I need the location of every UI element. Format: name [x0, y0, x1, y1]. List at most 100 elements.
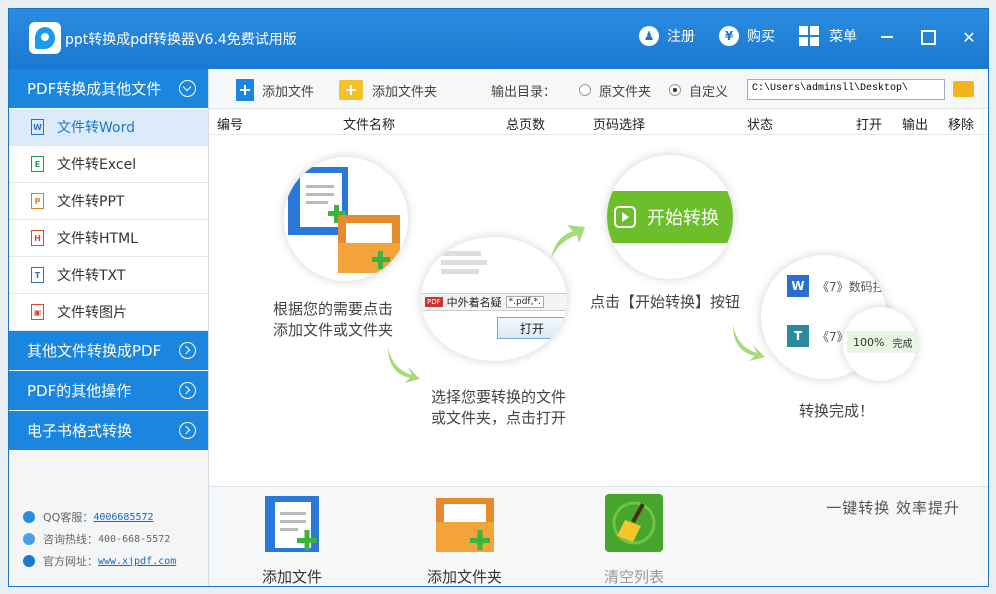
step3-text: 点击【开始转换】按钮 [590, 292, 740, 313]
step1-caption: 根据您的需要点击 添加文件或文件夹 [273, 300, 394, 339]
buy-label: 购买 [747, 29, 775, 45]
radio-label: 原文件夹 [599, 84, 652, 100]
headset-icon [23, 533, 35, 545]
section-label: PDF转换成其他文件 [27, 80, 162, 98]
chevron-right-icon [179, 422, 196, 439]
hotline-label: 咨询热线： [43, 533, 98, 546]
qq-label: QQ客服： [43, 511, 94, 524]
progress-bar: 100% 完成 [847, 331, 917, 353]
maximize-button[interactable] [918, 27, 938, 47]
bottom-toolbar: 添加文件 添加文件夹 清空列表 一键转换 效率提升 [209, 486, 988, 586]
col-remove: 移除 [948, 118, 975, 133]
radio-label: 自定义 [689, 84, 729, 100]
title-bar: ppt转换成pdf转换器V6.4免费试用版 ♟ 注册 ¥ 购买 菜单 ✕ [9, 9, 988, 69]
output-path-field[interactable]: C:\Users\adminsll\Desktop\ [747, 79, 945, 100]
add-folder-button[interactable]: 添加文件夹 [339, 79, 437, 101]
clear-list-label: 清空列表 [603, 568, 664, 586]
section-label: PDF的其他操作 [27, 382, 132, 400]
broom-icon [605, 494, 663, 552]
bottom-add-folder-button[interactable]: 添加文件夹 [427, 494, 502, 586]
word-icon: W [787, 275, 809, 297]
progress-value: 100% [853, 335, 885, 349]
start-convert-sample: 开始转换 [607, 191, 733, 243]
section-label: 其他文件转换成PDF [27, 342, 162, 360]
qq-icon [23, 511, 35, 523]
step2-open-button: 打开 [497, 317, 567, 339]
result-row-2: T 《7》 [787, 325, 849, 347]
output-dir-label: 输出目录： [491, 84, 557, 100]
bottom-add-file-button[interactable]: 添加文件 [261, 494, 323, 586]
app-logo-icon [29, 22, 61, 54]
add-folder-icon [435, 498, 494, 552]
sidebar-item-to-image[interactable]: ▣ 文件转图片 [9, 294, 208, 331]
sidebar-item-label: 文件转HTML [57, 231, 138, 247]
toolbar: 添加文件 添加文件夹 输出目录： 原文件夹 自定义 C:\Users\admin… [209, 69, 988, 109]
add-file-button[interactable]: 添加文件 [236, 79, 314, 101]
col-pages: 总页数 [506, 118, 546, 133]
buy-button[interactable]: ¥ 购买 [719, 25, 775, 47]
section-ebook-convert[interactable]: 电子书格式转换 [9, 411, 208, 451]
sidebar-item-to-txt[interactable]: T 文件转TXT [9, 257, 208, 294]
progress-bubble: 100% 完成 [843, 307, 917, 381]
add-folder-label: 添加文件夹 [372, 84, 438, 100]
app-window: ppt转换成pdf转换器V6.4免费试用版 ♟ 注册 ¥ 购买 菜单 ✕ PDF… [8, 8, 989, 587]
add-file-icon [236, 79, 254, 101]
word-file-icon: W [31, 119, 44, 135]
sidebar-item-to-html[interactable]: H 文件转HTML [9, 220, 208, 257]
sidebar-item-to-excel[interactable]: E 文件转Excel [9, 146, 208, 183]
user-icon: ♟ [639, 26, 659, 46]
sidebar-item-to-word[interactable]: W 文件转Word [9, 109, 208, 146]
file-list-area[interactable]: 根据您的需要点击 添加文件或文件夹 PDF 中外着名疑 *.pdf,*. 打开 … [209, 135, 988, 486]
step2-text: 选择您要转换的文件 或文件夹，点击打开 [431, 387, 566, 429]
step-arrow-icon [551, 225, 585, 259]
filename-bar: PDF 中外着名疑 *.pdf,*. [421, 293, 567, 311]
col-no: 编号 [217, 118, 244, 133]
clear-list-button[interactable]: 清空列表 [603, 494, 665, 586]
sidebar-item-to-ppt[interactable]: P 文件转PPT [9, 183, 208, 220]
sidebar: PDF转换成其他文件 W 文件转Word E 文件转Excel P 文件转PPT… [9, 69, 209, 586]
step-arrow-icon [388, 347, 420, 383]
radio-icon [579, 84, 591, 96]
step4-text: 转换完成！ [799, 401, 874, 422]
sidebar-item-label: 文件转Excel [57, 157, 137, 173]
section-other-to-pdf[interactable]: 其他文件转换成PDF [9, 331, 208, 371]
slogan: 一键转换 效率提升 [826, 499, 960, 517]
section-pdf-other-ops[interactable]: PDF的其他操作 [9, 371, 208, 411]
step2-filename: 中外着名疑 [446, 296, 502, 309]
minimize-button[interactable] [877, 27, 897, 47]
col-open: 打开 [856, 118, 883, 133]
add-file-folder-illustration-icon [288, 167, 400, 273]
menu-label: 菜单 [829, 29, 857, 45]
close-button[interactable]: ✕ [959, 27, 979, 47]
section-pdf-to-other[interactable]: PDF转换成其他文件 [9, 69, 208, 109]
progress-status: 完成 [892, 338, 913, 350]
file-table-header: 编号 文件名称 总页数 页码选择 状态 打开 输出 移除 [209, 109, 988, 135]
radio-original-folder[interactable]: 原文件夹 [579, 79, 651, 101]
sidebar-item-label: 文件转图片 [57, 305, 127, 321]
grid-menu-icon [799, 26, 819, 46]
site-link[interactable]: www.xjpdf.com [98, 556, 176, 567]
col-name: 文件名称 [343, 118, 396, 133]
step3-caption: 点击【开始转换】按钮 [590, 293, 741, 311]
menu-button[interactable]: 菜单 [799, 25, 857, 47]
col-page-select: 页码选择 [593, 118, 646, 133]
website: 官方网址： www.xjpdf.com [23, 553, 176, 569]
hotline-value: 400-668-5572 [98, 533, 171, 545]
yen-icon: ¥ [719, 26, 739, 46]
qq-link[interactable]: 4006685572 [93, 512, 153, 523]
register-button[interactable]: ♟ 注册 [639, 25, 695, 47]
col-status: 状态 [747, 118, 774, 133]
radio-custom-folder[interactable]: 自定义 [669, 79, 728, 101]
browse-folder-icon[interactable] [953, 81, 974, 97]
add-file-icon [265, 496, 319, 552]
txt-file-icon: T [31, 267, 44, 283]
txt-icon: T [787, 325, 809, 347]
bottom-add-file-label: 添加文件 [261, 568, 322, 586]
step1-illustration [284, 157, 408, 281]
step2-caption: 选择您要转换的文件 或文件夹，点击打开 [431, 388, 567, 427]
chevron-right-icon [179, 342, 196, 359]
step3-button-label: 开始转换 [647, 208, 719, 229]
step3-illustration: 开始转换 [607, 155, 733, 279]
step2-filter: *.pdf,*. [505, 296, 544, 308]
site-label: 官方网址： [43, 555, 98, 568]
